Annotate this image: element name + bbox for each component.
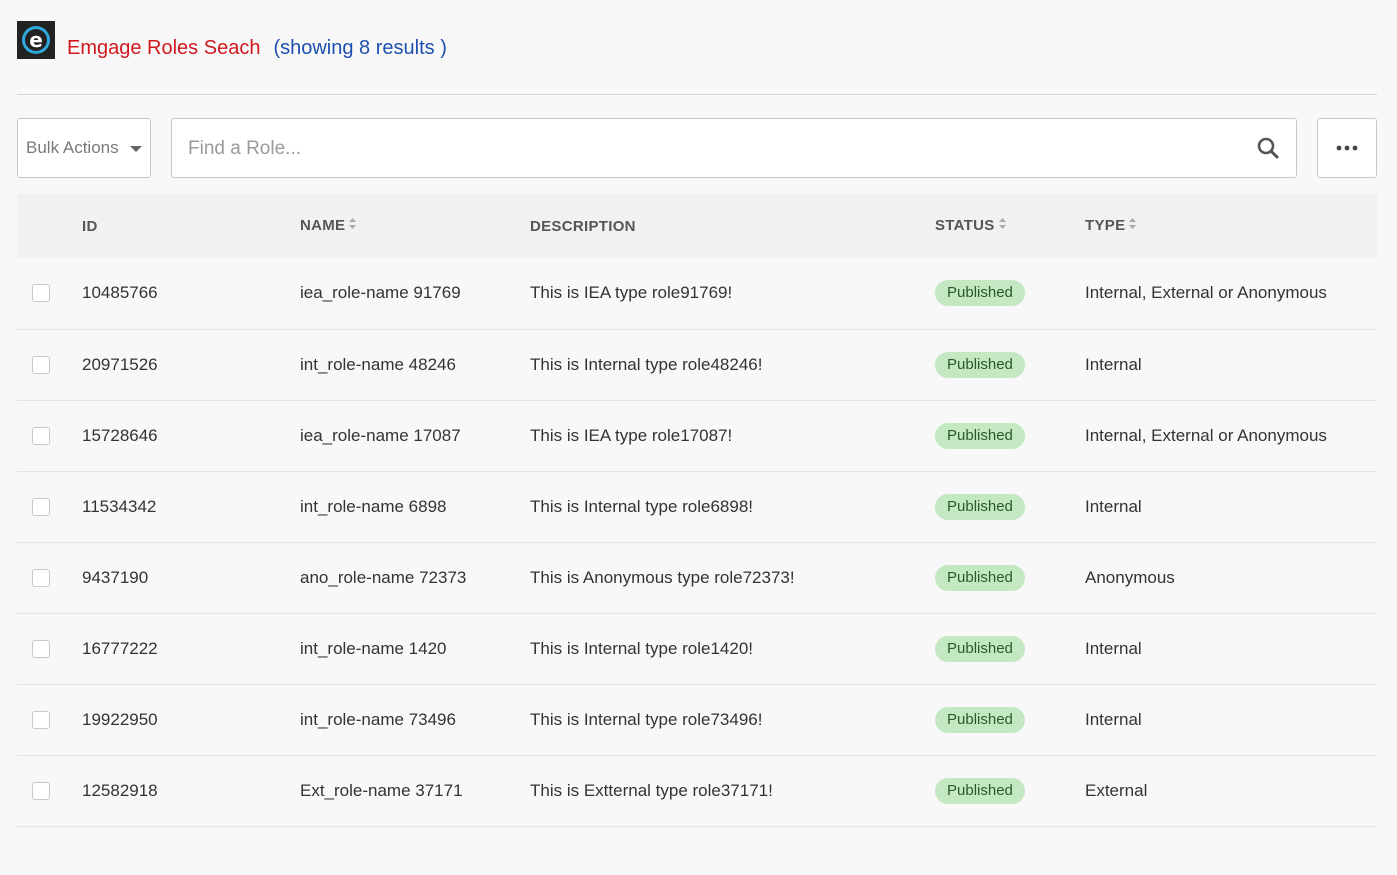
page-header: e Emgage Roles Seach (showing 8 results … bbox=[17, 20, 1377, 60]
header-select-column bbox=[17, 194, 82, 258]
role-id: 20971526 bbox=[82, 354, 158, 374]
table-row[interactable]: 19922950 int_role-name 73496 This is Int… bbox=[17, 684, 1377, 755]
table-row[interactable]: 15728646 iea_role-name 17087 This is IEA… bbox=[17, 400, 1377, 471]
table-row[interactable]: 9437190 ano_role-name 72373 This is Anon… bbox=[17, 542, 1377, 613]
status-badge: Published bbox=[935, 635, 1025, 662]
column-header-status[interactable]: STATUS bbox=[935, 194, 1085, 258]
row-checkbox[interactable] bbox=[32, 497, 50, 516]
row-checkbox[interactable] bbox=[32, 710, 50, 729]
role-id: 15728646 bbox=[82, 425, 158, 445]
role-name: int_role-name 6898 bbox=[300, 496, 447, 516]
row-checkbox[interactable] bbox=[32, 426, 50, 445]
column-header-name[interactable]: NAME bbox=[300, 194, 530, 258]
status-badge: Published bbox=[935, 493, 1025, 520]
search-input[interactable] bbox=[186, 119, 1230, 179]
role-description: This is Internal type role73496! bbox=[530, 709, 763, 729]
role-type: Internal bbox=[1085, 638, 1142, 658]
role-description: This is Extternal type role37171! bbox=[530, 780, 773, 800]
status-badge: Published bbox=[935, 422, 1025, 449]
sort-icon[interactable] bbox=[1129, 216, 1137, 233]
role-id: 16777222 bbox=[82, 638, 158, 658]
role-description: This is Internal type role6898! bbox=[530, 496, 754, 516]
page-title: Emgage Roles Seach bbox=[67, 36, 261, 59]
role-name: iea_role-name 17087 bbox=[300, 425, 461, 445]
role-name: int_role-name 73496 bbox=[300, 709, 456, 729]
role-id: 11534342 bbox=[82, 496, 157, 516]
search-box bbox=[171, 118, 1297, 179]
results-count: (showing 8 results ) bbox=[273, 36, 447, 59]
caret-down-icon bbox=[130, 146, 142, 152]
status-badge: Published bbox=[935, 777, 1025, 804]
bulk-actions-dropdown[interactable]: Bulk Actions bbox=[17, 118, 151, 178]
role-name: iea_role-name 91769 bbox=[300, 283, 461, 303]
row-checkbox[interactable] bbox=[32, 284, 50, 303]
role-type: Internal, External or Anonymous bbox=[1085, 283, 1327, 303]
table-row[interactable]: 16777222 int_role-name 1420 This is Inte… bbox=[17, 613, 1377, 684]
role-id: 19922950 bbox=[82, 709, 158, 729]
bulk-actions-label: Bulk Actions bbox=[26, 138, 119, 157]
role-type: Internal bbox=[1085, 354, 1142, 374]
sort-icon[interactable] bbox=[349, 216, 357, 233]
sort-icon[interactable] bbox=[998, 216, 1006, 233]
table-row[interactable]: 20971526 int_role-name 48246 This is Int… bbox=[17, 329, 1377, 400]
role-name: Ext_role-name 37171 bbox=[300, 780, 463, 800]
table-header-row: ID NAME DESCRIPTION STATUS TYPE bbox=[17, 194, 1377, 258]
more-horizontal-icon bbox=[1336, 145, 1358, 151]
role-name: int_role-name 1420 bbox=[300, 638, 447, 658]
row-checkbox[interactable] bbox=[32, 781, 50, 800]
table-row[interactable]: 10485766 iea_role-name 91769 This is IEA… bbox=[17, 258, 1377, 329]
status-badge: Published bbox=[935, 351, 1025, 378]
role-id: 12582918 bbox=[82, 780, 158, 800]
role-type: Internal bbox=[1085, 709, 1142, 729]
status-badge: Published bbox=[935, 564, 1025, 591]
role-type: External bbox=[1085, 780, 1148, 800]
row-checkbox[interactable] bbox=[32, 355, 50, 374]
column-header-description: DESCRIPTION bbox=[530, 217, 636, 235]
search-icon[interactable] bbox=[1256, 136, 1280, 160]
role-name: int_role-name 48246 bbox=[300, 354, 456, 374]
svg-text:e: e bbox=[29, 28, 43, 52]
role-id: 10485766 bbox=[82, 283, 158, 303]
table-row[interactable]: 11534342 int_role-name 6898 This is Inte… bbox=[17, 471, 1377, 542]
status-badge: Published bbox=[935, 280, 1025, 307]
role-type: Anonymous bbox=[1085, 567, 1175, 587]
column-header-type[interactable]: TYPE bbox=[1085, 194, 1377, 258]
header-divider bbox=[17, 94, 1377, 95]
role-description: This is IEA type role17087! bbox=[530, 425, 733, 445]
role-id: 9437190 bbox=[82, 567, 149, 587]
roles-table: ID NAME DESCRIPTION STATUS TYPE 10485766… bbox=[17, 194, 1377, 827]
role-name: ano_role-name 72373 bbox=[300, 567, 467, 587]
toolbar: Bulk Actions bbox=[17, 118, 1377, 179]
role-description: This is IEA type role91769! bbox=[530, 283, 733, 303]
role-type: Internal bbox=[1085, 496, 1142, 516]
more-options-button[interactable] bbox=[1317, 118, 1377, 178]
column-header-id: ID bbox=[82, 217, 98, 235]
role-description: This is Internal type role1420! bbox=[530, 638, 754, 658]
status-badge: Published bbox=[935, 706, 1025, 733]
role-description: This is Anonymous type role72373! bbox=[530, 567, 795, 587]
role-type: Internal, External or Anonymous bbox=[1085, 425, 1327, 445]
row-checkbox[interactable] bbox=[32, 639, 50, 658]
row-checkbox[interactable] bbox=[32, 568, 50, 587]
emgage-logo-icon: e bbox=[17, 21, 55, 59]
table-row[interactable]: 12582918 Ext_role-name 37171 This is Ext… bbox=[17, 755, 1377, 826]
role-description: This is Internal type role48246! bbox=[530, 354, 763, 374]
